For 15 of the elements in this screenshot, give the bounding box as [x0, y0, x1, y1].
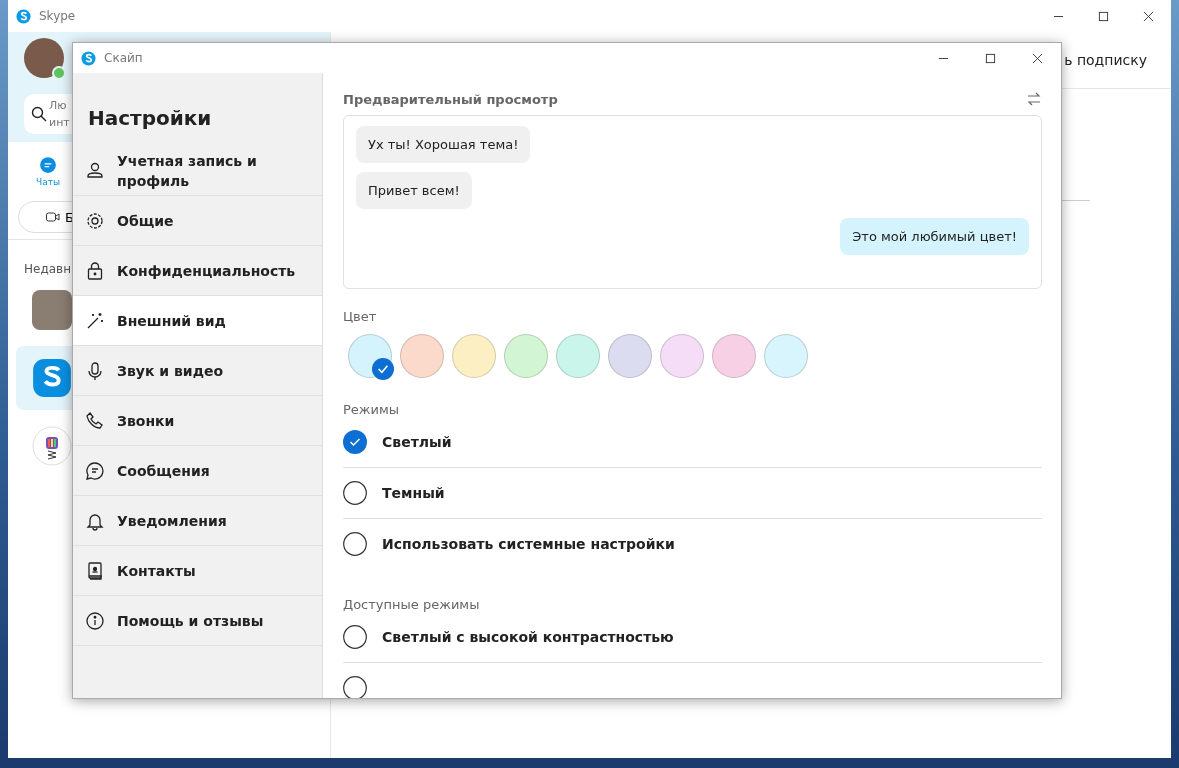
section-label: Недавн — [24, 262, 71, 276]
mode-label: Светлый с высокой контрастностью — [382, 629, 674, 645]
section-label: Режимы — [343, 402, 401, 417]
message-bubble: Привет всем! — [356, 172, 472, 209]
section-label: Предварительный просмотр — [343, 91, 558, 107]
message-bubble: Ух ты! Хорошая тема! — [356, 126, 531, 163]
settings-heading: Настройки — [87, 105, 213, 132]
section-label: Доступные режимы — [343, 597, 481, 612]
mode-label: Светлый — [382, 434, 452, 450]
mode-label: Темный — [382, 485, 445, 501]
message-bubble: Это мой любимый цвет! — [840, 218, 1029, 255]
section-label: Цвет — [343, 309, 378, 324]
mode-label: Использовать системные настройки — [382, 536, 675, 552]
window-title: Skype — [39, 9, 76, 23]
dialog-title: Скайп — [104, 51, 143, 65]
